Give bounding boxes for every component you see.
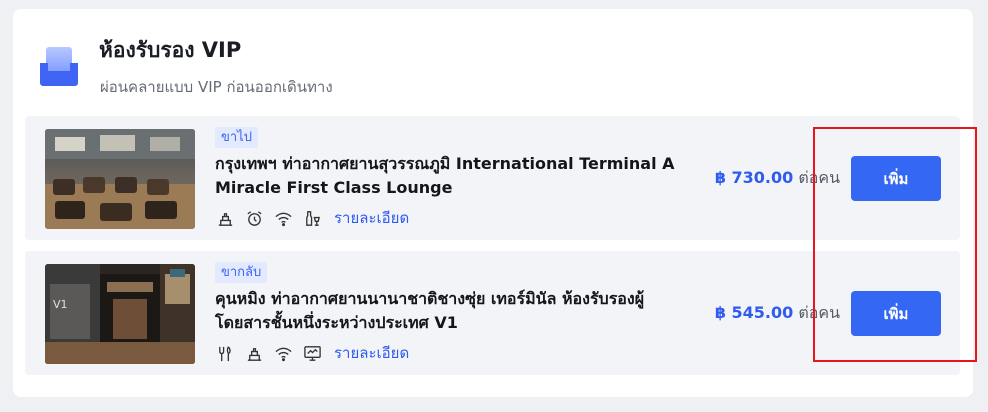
food-tray-icon xyxy=(247,347,262,361)
lounge-photo xyxy=(45,129,195,229)
alarm-clock-icon xyxy=(247,210,262,226)
trip-direction-badge: ขาไป xyxy=(215,127,258,148)
tv-icon xyxy=(304,345,321,361)
highlight-box xyxy=(813,127,977,362)
trip-direction-badge: ขากลับ xyxy=(215,262,268,283)
utensils-icon xyxy=(219,345,231,361)
details-link[interactable]: รายละเอียด xyxy=(334,341,409,365)
details-link[interactable]: รายละเอียด xyxy=(334,206,409,230)
lounge-name: คุนหมิง ท่าอากาศยานนานาชาติชางซุ่ย เทอร์… xyxy=(215,289,645,332)
lounge-name: กรุงเทพฯ ท่าอากาศยานสุวรรณภูมิ Internati… xyxy=(215,154,675,197)
page-title: ห้องรับรอง VIP xyxy=(99,38,242,62)
price-amount: ฿ 730.00 xyxy=(714,168,794,187)
drinks-icon xyxy=(306,210,321,226)
svg-text:V1: V1 xyxy=(53,298,68,311)
page-subtitle: ผ่อนคลายแบบ VIP ก่อนออกเดินทาง xyxy=(100,78,333,96)
amenities-list: รายละเอียด xyxy=(216,207,409,229)
lounge-photo: V1 xyxy=(45,264,195,364)
lounge-sofa-icon xyxy=(40,47,78,86)
amenities-list: รายละเอียด xyxy=(216,342,409,364)
price-amount: ฿ 545.00 xyxy=(714,303,794,322)
wifi-icon xyxy=(275,347,292,361)
food-tray-icon xyxy=(218,212,233,226)
wifi-icon xyxy=(275,212,292,226)
